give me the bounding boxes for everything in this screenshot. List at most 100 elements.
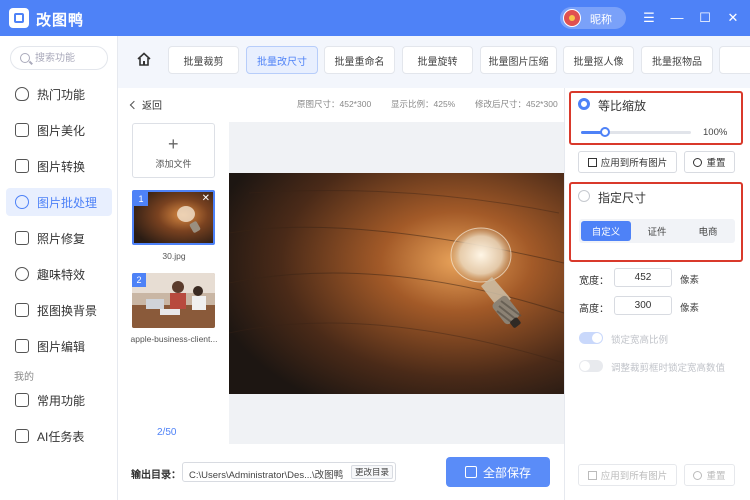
- menu-icon[interactable]: ☰: [640, 9, 658, 27]
- output-dir-label: 输出目录：: [131, 470, 181, 481]
- user-account-button[interactable]: 昵称: [560, 7, 626, 29]
- specified-size-label: 指定尺寸: [598, 191, 647, 205]
- height-label: 高度：: [579, 304, 609, 315]
- cube-icon: [587, 470, 597, 480]
- back-button[interactable]: 返回: [129, 97, 162, 112]
- convert-icon: [15, 159, 29, 173]
- segment-ecommerce[interactable]: 电商: [683, 221, 733, 241]
- avatar: [563, 9, 581, 27]
- width-unit: 像素: [680, 275, 700, 286]
- change-dir-button[interactable]: 更改目录: [350, 465, 393, 479]
- cube-icon: [587, 157, 597, 167]
- proportional-label: 等比缩放: [598, 99, 647, 113]
- section-label-mine: 我的: [14, 372, 34, 383]
- task-list-icon: [15, 429, 29, 443]
- title-bar: 改图鸭 昵称 ☰ — ☐ ✕: [0, 0, 750, 36]
- tab-batch-crop[interactable]: 批量裁剪: [168, 46, 239, 74]
- output-path-value: C:\Users\Administrator\Des...\改图鸭: [189, 470, 344, 481]
- reset-label: 重置: [706, 158, 726, 169]
- save-all-label: 全部保存: [482, 465, 531, 480]
- tab-batch-rotate[interactable]: 批量旋转: [402, 46, 473, 74]
- reset-button-bottom[interactable]: 重置: [684, 464, 735, 486]
- width-input[interactable]: [614, 268, 672, 287]
- scale-slider-handle[interactable]: [600, 127, 610, 137]
- save-all-button[interactable]: 全部保存: [446, 457, 550, 487]
- sidebar-item-label: 照片修复: [37, 231, 86, 246]
- width-label: 宽度：: [579, 276, 609, 287]
- sparkle-icon: [15, 267, 29, 281]
- sidebar-item-label: 图片编辑: [37, 339, 86, 354]
- sidebar-item-edit[interactable]: 图片编辑: [6, 332, 112, 360]
- sidebar-item-favorites[interactable]: 常用功能: [6, 386, 112, 414]
- reset-button[interactable]: 重置: [684, 151, 735, 173]
- app-name: 改图鸭: [36, 12, 85, 29]
- add-file-button[interactable]: + 添加文件: [132, 123, 215, 178]
- original-size: 原图尺寸：452*300: [297, 99, 372, 109]
- file-name-2: apple-business-client...: [130, 334, 218, 344]
- preview-image: [229, 173, 564, 394]
- tab-batch-rename[interactable]: 批量重命名: [324, 46, 395, 74]
- minimize-icon[interactable]: —: [668, 9, 686, 27]
- nickname: 昵称: [590, 14, 612, 26]
- edit-icon: [15, 339, 29, 353]
- file-number-badge: 1: [134, 192, 148, 206]
- file-thumbnail-2[interactable]: 2: [132, 273, 215, 328]
- chevron-left-icon: [129, 100, 139, 110]
- apply-all-label: 应用到所有图片: [600, 158, 668, 169]
- segment-custom[interactable]: 自定义: [581, 221, 631, 241]
- output-path-field[interactable]: C:\Users\Administrator\Des...\改图鸭 更改目录: [182, 462, 396, 482]
- apply-all-button-bottom[interactable]: 应用到所有图片: [578, 464, 677, 486]
- specified-size-radio[interactable]: [578, 190, 590, 202]
- scale-slider[interactable]: [581, 131, 691, 134]
- grid-icon: [15, 393, 29, 407]
- back-label: 返回: [142, 101, 162, 112]
- lock-ratio-toggle[interactable]: [579, 332, 603, 344]
- batch-icon: [15, 195, 29, 209]
- sidebar-item-batch[interactable]: 图片批处理: [6, 188, 112, 216]
- maximize-icon[interactable]: ☐: [696, 9, 714, 27]
- search-box[interactable]: [10, 46, 108, 70]
- close-icon[interactable]: ✕: [202, 193, 210, 204]
- home-icon[interactable]: [136, 51, 152, 67]
- tab-batch-portrait-cutout[interactable]: 批量抠人像: [563, 46, 634, 74]
- refresh-icon: [693, 157, 703, 167]
- app-logo-icon: [9, 8, 29, 28]
- plus-icon: +: [168, 134, 179, 154]
- close-icon[interactable]: ✕: [724, 9, 742, 27]
- height-input[interactable]: [614, 296, 672, 315]
- file-thumbnail-1[interactable]: 1 ✕: [132, 190, 215, 245]
- sidebar-item-cutout[interactable]: 抠图换背景: [6, 296, 112, 324]
- size-preset-segmented: 自定义 证件 电商: [579, 219, 735, 243]
- save-icon: [464, 466, 477, 478]
- sidebar-item-label: AI任务表: [37, 429, 85, 444]
- modified-size: 修改后尺寸：452*300: [475, 99, 558, 109]
- file-number-badge: 2: [132, 273, 146, 287]
- sidebar-item-label: 图片转换: [37, 159, 86, 174]
- sidebar-item-convert[interactable]: 图片转换: [6, 152, 112, 180]
- add-file-label: 添加文件: [155, 159, 192, 169]
- scale-value: 100%: [703, 127, 728, 138]
- refresh-icon: [693, 470, 703, 480]
- tab-more[interactable]: [719, 46, 750, 74]
- apply-all-label: 应用到所有图片: [600, 471, 668, 482]
- sidebar-item-repair[interactable]: 照片修复: [6, 224, 112, 252]
- proportional-radio[interactable]: [578, 98, 590, 110]
- sidebar-item-hot[interactable]: 热门功能: [6, 80, 112, 108]
- tab-batch-resize[interactable]: 批量改尺寸: [246, 46, 318, 74]
- sidebar-item-label: 抠图换背景: [37, 303, 98, 318]
- lock-ratio-label: 锁定宽高比例: [611, 335, 669, 346]
- lock-crop-toggle[interactable]: [579, 360, 603, 372]
- tab-batch-object-cutout[interactable]: 批量抠物品: [641, 46, 713, 74]
- sidebar-item-beautify[interactable]: 图片美化: [6, 116, 112, 144]
- sidebar-item-effects[interactable]: 趣味特效: [6, 260, 112, 288]
- tab-batch-compress[interactable]: 批量图片压缩: [480, 46, 557, 74]
- sidebar-item-ai-tasks[interactable]: AI任务表: [6, 422, 112, 450]
- repair-icon: [15, 231, 29, 245]
- search-input[interactable]: [35, 51, 105, 65]
- sidebar-item-label: 热门功能: [37, 87, 86, 102]
- flame-icon: [15, 87, 29, 101]
- sidebar-item-label: 图片批处理: [37, 195, 98, 210]
- segment-id-photo[interactable]: 证件: [632, 221, 682, 241]
- image-icon: [15, 123, 29, 137]
- apply-all-button[interactable]: 应用到所有图片: [578, 151, 677, 173]
